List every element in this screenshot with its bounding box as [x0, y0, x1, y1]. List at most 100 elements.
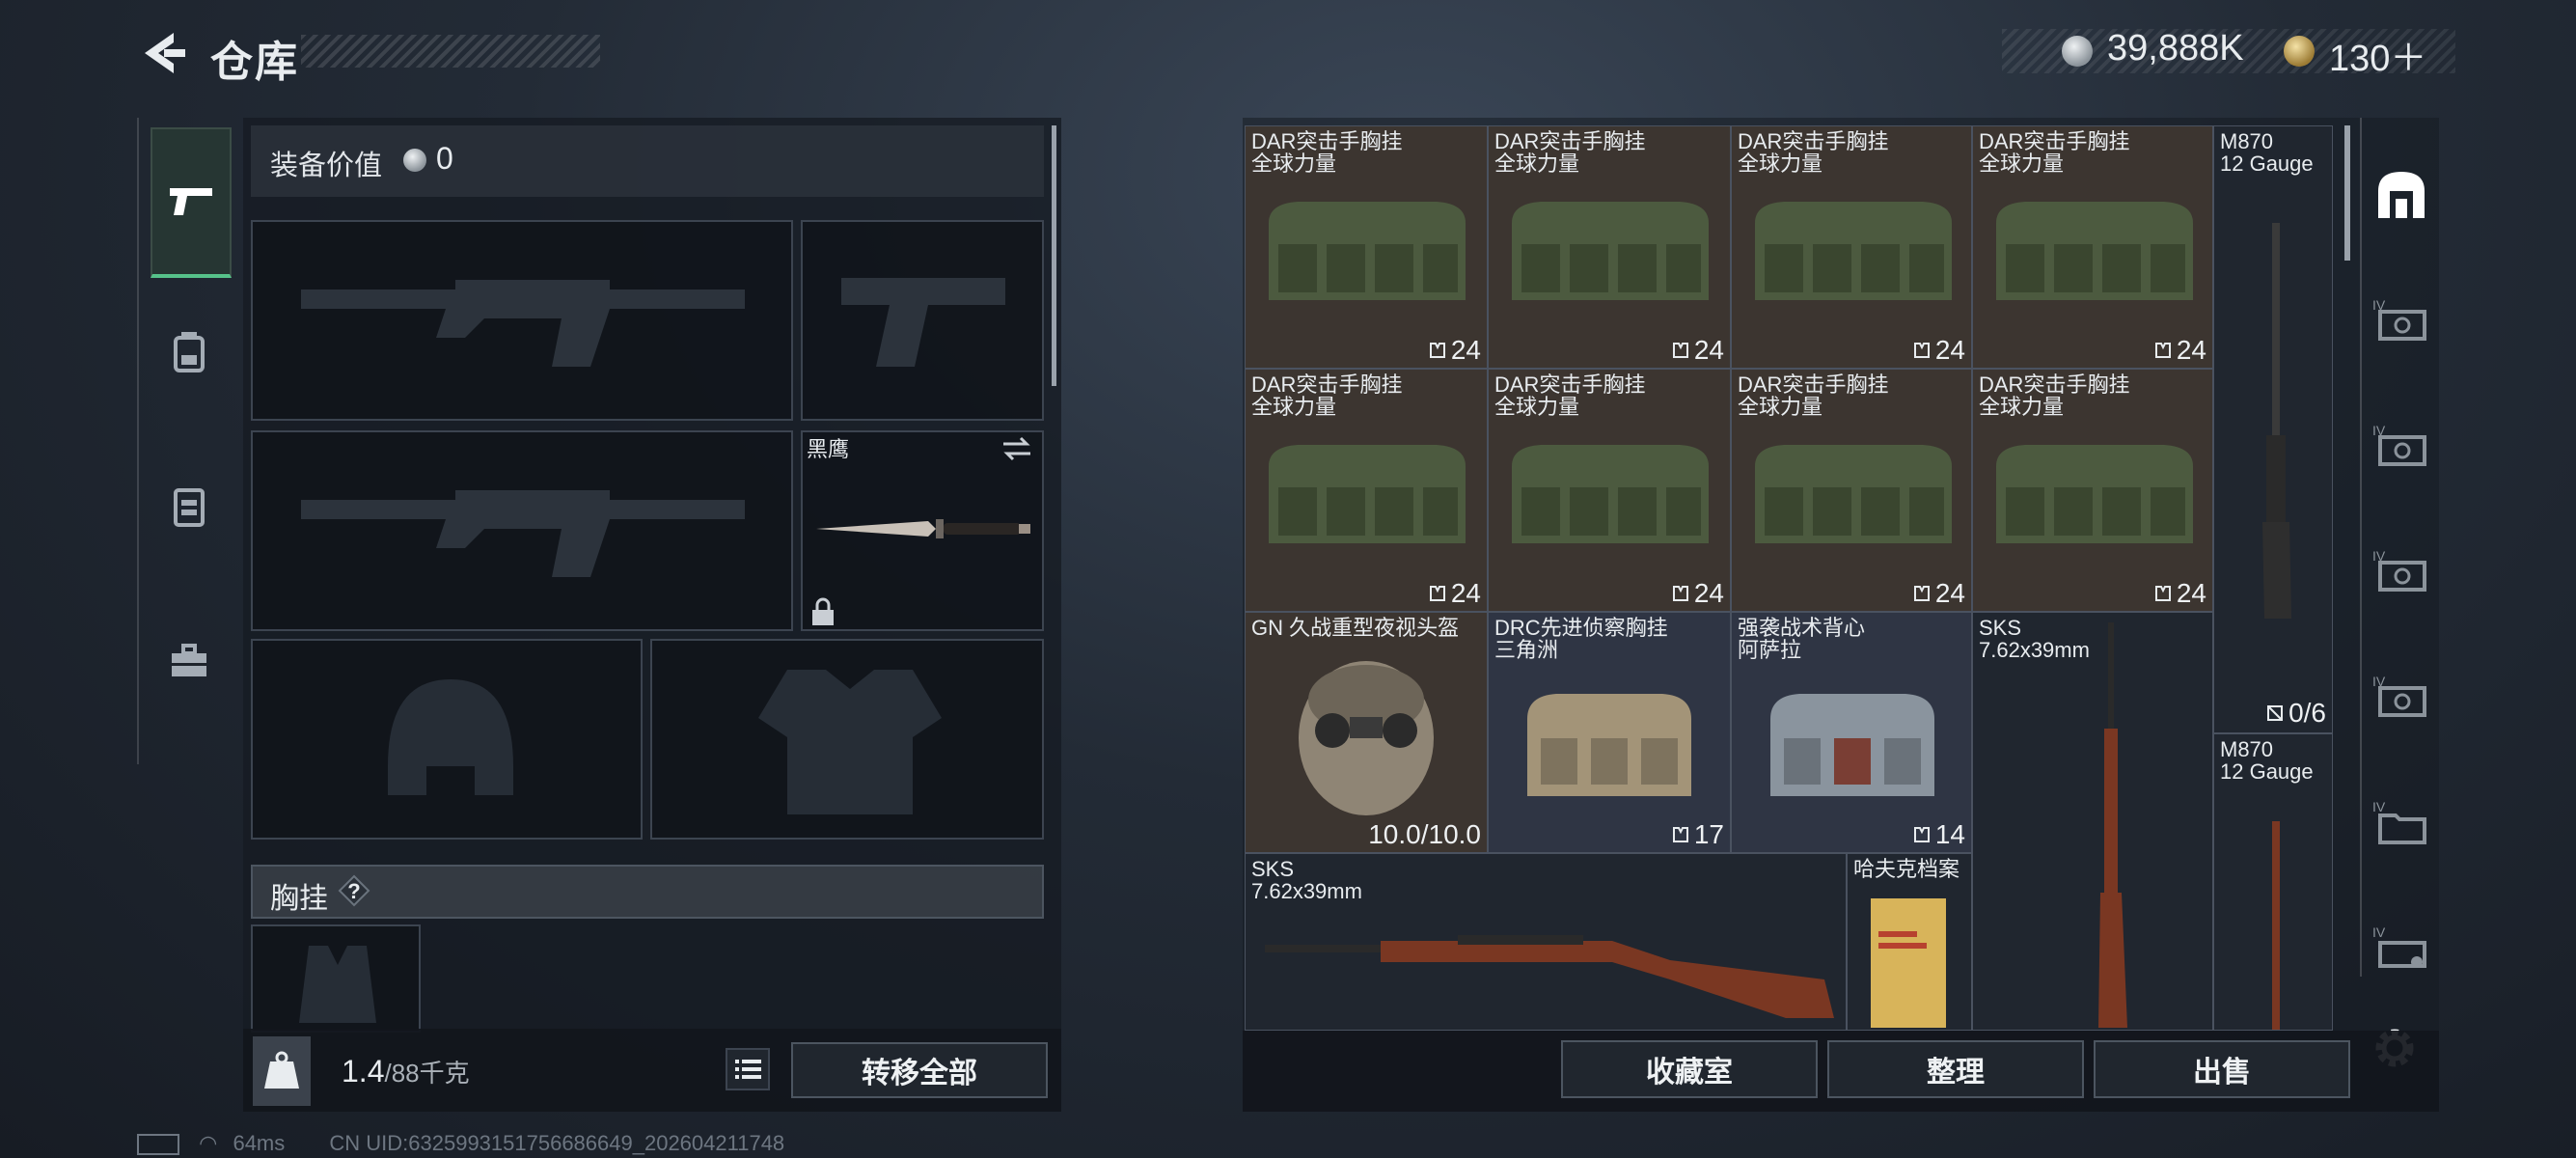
equipment-value-label: 装备价值: [270, 151, 383, 181]
item-durability: 10.0/10.0: [1368, 819, 1481, 849]
item-name: 强袭战术背心 阿萨拉: [1738, 616, 1866, 662]
warehouse-tabs: IV IV IV IV IV IV: [2360, 118, 2441, 977]
warehouse-item[interactable]: DAR突击手胸挂 全球力量 24: [1488, 369, 1731, 612]
item-name: DAR突击手胸挂 全球力量: [1251, 372, 1403, 419]
tab-storage-5[interactable]: IV: [2362, 764, 2441, 880]
storage-box-icon: IV: [2372, 297, 2426, 341]
collection-room-button[interactable]: 收藏室: [1561, 1040, 1818, 1098]
pistol-icon: [170, 188, 212, 215]
help-icon[interactable]: ?: [338, 874, 370, 907]
m870-shotgun-image: [2272, 821, 2280, 1030]
secondary-weapon-slot[interactable]: [251, 430, 793, 631]
sell-button[interactable]: 出售: [2094, 1040, 2350, 1098]
weight-current: 1.4: [342, 1054, 385, 1089]
warehouse-scrollbar[interactable]: [2344, 125, 2350, 261]
title-decoration: [301, 35, 600, 68]
chest-rig-image: [1512, 202, 1709, 300]
silver-currency-amount[interactable]: 39,888K: [2107, 28, 2244, 69]
item-name: DAR突击手胸挂 全球力量: [1979, 372, 2130, 419]
primary-weapon-slot[interactable]: [251, 220, 793, 421]
silver-coin-icon: [2062, 36, 2093, 67]
helmet-slot[interactable]: [251, 639, 643, 840]
helmet-silhouette-icon: [388, 679, 513, 795]
item-name: DAR突击手胸挂 全球力量: [1494, 372, 1646, 419]
chest-rig-silhouette-icon: [299, 946, 376, 1023]
item-count: 24: [1671, 335, 1724, 366]
rail-tab-weapons[interactable]: [151, 127, 232, 278]
transfer-all-button[interactable]: 转移全部: [791, 1042, 1048, 1098]
page-title: 仓库: [210, 39, 299, 86]
chest-rig-image: [1512, 445, 1709, 543]
warehouse-item[interactable]: DAR突击手胸挂 全球力量 24: [1972, 125, 2213, 369]
warehouse-item[interactable]: DAR突击手胸挂 全球力量 24: [1731, 125, 1972, 369]
rail-tab-gear[interactable]: [151, 280, 228, 425]
gold-coin-icon: [2284, 36, 2315, 67]
melee-item-name: 黑鹰: [807, 437, 850, 461]
warehouse-item[interactable]: DAR突击手胸挂 全球力量 24: [1488, 125, 1731, 369]
item-count: 24: [2153, 578, 2206, 609]
tab-storage-1[interactable]: IV: [2362, 262, 2441, 378]
body-armor-slot[interactable]: [650, 639, 1044, 840]
warehouse-item[interactable]: M870 12 Gauge 0/6: [2213, 125, 2333, 733]
back-arrow-icon[interactable]: [135, 27, 187, 79]
document-folder-image: [1871, 898, 1946, 1028]
chest-rig-slot[interactable]: [251, 924, 421, 1033]
warehouse-item[interactable]: M870 12 Gauge: [2213, 733, 2333, 1031]
rig-slot-icon: [1672, 343, 1688, 358]
warehouse-item[interactable]: DAR突击手胸挂 全球力量 24: [1972, 369, 2213, 612]
status-bar: ◠ 64ms CN UID:6325993151756686649_202604…: [137, 1131, 784, 1156]
tab-all-items[interactable]: [2362, 137, 2441, 253]
tab-storage-6[interactable]: IV: [2362, 890, 2441, 1006]
rifle-silhouette-icon: [301, 490, 745, 577]
warehouse-item[interactable]: SKS 7.62x39mm: [1972, 612, 2213, 1031]
tactical-vest-image: [1770, 694, 1934, 796]
tab-storage-3[interactable]: IV: [2362, 513, 2441, 629]
loadout-scrollbar[interactable]: [1052, 125, 1056, 386]
weight-icon: [253, 1036, 311, 1106]
warehouse-item[interactable]: SKS 7.62x39mm: [1245, 853, 1847, 1031]
swap-icon[interactable]: [1000, 432, 1034, 465]
rail-tab-armor[interactable]: [151, 434, 228, 579]
warehouse-item[interactable]: 哈夫克档案: [1847, 853, 1972, 1031]
warehouse-item[interactable]: DRC先进侦察胸挂 三角洲 17: [1488, 612, 1731, 853]
equipment-value: 0: [436, 141, 453, 176]
wifi-icon: ◠: [199, 1131, 218, 1155]
lock-icon: [812, 597, 834, 625]
rail-tab-supplies[interactable]: [151, 589, 228, 733]
rig-slot-icon: [1672, 827, 1688, 842]
backpack-icon: [174, 332, 205, 372]
item-ammo: 0/6: [2265, 698, 2326, 729]
item-count: 24: [1912, 578, 1965, 609]
user-uid: CN UID:6325993151756686649_202604211748: [329, 1131, 785, 1155]
tab-storage-2[interactable]: IV: [2362, 388, 2441, 504]
battery-icon: [137, 1134, 179, 1156]
chest-rig-image: [1996, 445, 2193, 543]
warehouse-item[interactable]: DAR突击手胸挂 全球力量 24: [1245, 369, 1488, 612]
item-count: 17: [1671, 819, 1724, 850]
warehouse-item[interactable]: GN 久战重型夜视头盔 10.0/10.0: [1245, 612, 1488, 853]
tab-storage-4[interactable]: IV: [2362, 639, 2441, 755]
item-count: 24: [1428, 335, 1481, 366]
storage-box-icon: IV: [2372, 423, 2426, 466]
warehouse-item[interactable]: DAR突击手胸挂 全球力量 24: [1731, 369, 1972, 612]
ping-readout: 64ms: [233, 1131, 286, 1155]
item-name: SKS 7.62x39mm: [1251, 857, 1362, 903]
warehouse-item[interactable]: DAR突击手胸挂 全球力量 24: [1245, 125, 1488, 369]
weight-max: /88千克: [384, 1059, 470, 1088]
item-name: DAR突击手胸挂 全球力量: [1979, 129, 2130, 176]
item-name: DAR突击手胸挂 全球力量: [1494, 129, 1646, 176]
armor-silhouette-icon: [758, 670, 942, 814]
list-view-button[interactable]: [726, 1048, 770, 1090]
sort-button[interactable]: 整理: [1827, 1040, 2084, 1098]
case-storage-icon: IV: [2372, 924, 2426, 968]
svg-text:IV: IV: [2372, 924, 2386, 940]
warehouse-item[interactable]: 强袭战术背心 阿萨拉 14: [1731, 612, 1972, 853]
item-count: 24: [1428, 578, 1481, 609]
item-name: M870 12 Gauge: [2220, 737, 2314, 784]
gold-currency-amount[interactable]: 130＋: [2329, 28, 2426, 81]
svg-text:IV: IV: [2372, 799, 2386, 814]
toolbox-icon: [172, 644, 206, 676]
vest-icon: [174, 488, 205, 527]
warehouse-grid: DAR突击手胸挂 全球力量 24 DAR突击手胸挂 全球力量 24 DAR突击手胸挂…: [1245, 125, 2333, 1031]
pistol-slot[interactable]: [801, 220, 1044, 421]
